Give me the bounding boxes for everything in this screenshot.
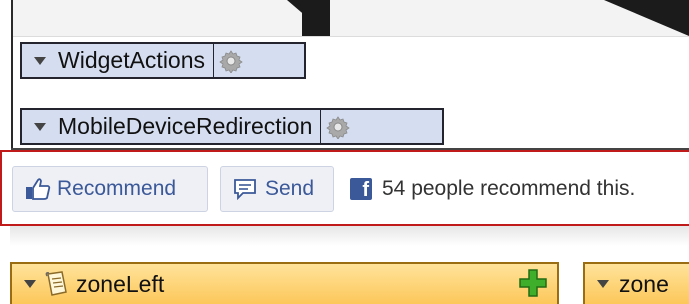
gear-icon[interactable] xyxy=(320,110,354,143)
image-dark-shape xyxy=(604,0,689,36)
triangle-down-icon[interactable] xyxy=(24,280,36,288)
recommend-label: Recommend xyxy=(57,177,177,200)
facebook-like-box: Recommend Send f 54 people recommend thi… xyxy=(0,150,689,226)
gear-icon[interactable] xyxy=(213,44,247,77)
widget-label[interactable]: WidgetActions xyxy=(58,47,213,74)
widget-bar-mobiledeviceredirection: MobileDeviceRedirection xyxy=(20,108,444,145)
send-label: Send xyxy=(265,177,315,200)
zone-label[interactable]: zoneLeft xyxy=(76,271,164,298)
thumbs-up-icon xyxy=(25,177,51,201)
facebook-logo-icon: f xyxy=(350,178,372,200)
recommend-count: f 54 people recommend this. xyxy=(350,166,635,212)
embedded-image xyxy=(12,0,689,37)
recommend-button[interactable]: Recommend xyxy=(12,166,208,212)
recommend-count-text: 54 people recommend this. xyxy=(382,177,636,200)
zone-frame-left xyxy=(11,0,13,150)
zone-left-header: zoneLeft xyxy=(10,262,559,304)
image-dark-shape xyxy=(302,0,330,36)
zone-right-header: zone xyxy=(583,262,689,304)
like-box-shadow xyxy=(10,226,689,246)
send-button[interactable]: Send xyxy=(220,166,334,212)
plus-icon[interactable] xyxy=(519,269,547,297)
triangle-down-icon[interactable] xyxy=(34,122,46,131)
triangle-down-icon[interactable] xyxy=(597,280,609,288)
widget-label[interactable]: MobileDeviceRedirection xyxy=(58,113,320,140)
triangle-down-icon[interactable] xyxy=(34,56,46,65)
note-icon xyxy=(44,270,70,298)
zone-label[interactable]: zone xyxy=(619,271,669,298)
widget-bar-widgetactions: WidgetActions xyxy=(20,42,306,79)
send-icon xyxy=(233,178,257,200)
